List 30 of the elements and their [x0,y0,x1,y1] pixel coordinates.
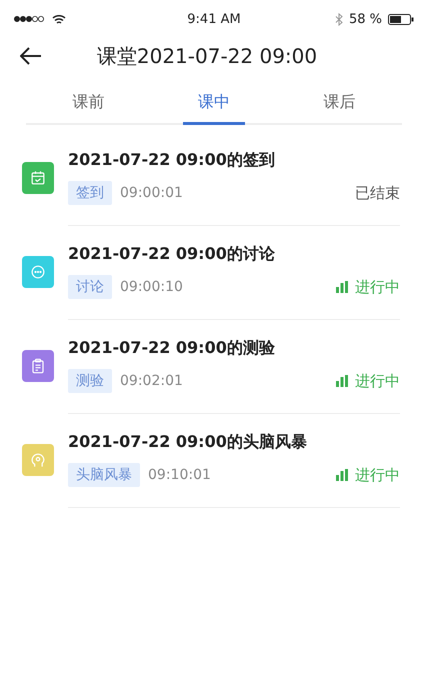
status-label: 进行中 [355,466,400,484]
activity-type-tag: 签到 [68,181,112,205]
battery-icon [388,14,414,24]
signal-icon [14,15,46,23]
activity-time: 09:10:01 [148,467,212,483]
activity-type-tag: 头脑风暴 [68,463,140,487]
tab[interactable]: 课后 [308,92,370,125]
activity-type-tag: 讨论 [68,275,112,299]
tab[interactable]: 课中 [182,92,245,125]
activity-time: 09:00:01 [120,185,184,201]
tab[interactable]: 课前 [58,92,120,125]
status-label: 进行中 [355,372,400,390]
status-label: 进行中 [355,278,400,296]
wifi-icon [52,14,66,24]
battery-percentage: 58 % [348,12,382,26]
activity-title[interactable]: 2021-07-22 09:00的签到 [68,150,400,171]
status-label: 已结束 [355,184,400,202]
activity-time: 09:02:01 [120,373,184,389]
status-time: 9:41 AM [187,12,241,26]
bar-chart-icon [336,375,350,387]
activity-title[interactable]: 2021-07-22 09:00的讨论 [68,244,400,265]
activity-title[interactable]: 2021-07-22 09:00的头脑风暴 [68,432,400,453]
bluetooth-icon [334,12,343,26]
bar-chart-icon [336,469,350,481]
page-title: 课堂2021-07-22 09:00 [96,42,318,70]
activity-time: 09:00:10 [120,279,184,295]
activity-type-tag: 测验 [68,369,112,393]
back-arrow-icon[interactable] [20,47,42,65]
bar-chart-icon [336,281,350,293]
activity-title[interactable]: 2021-07-22 09:00的测验 [68,338,400,359]
